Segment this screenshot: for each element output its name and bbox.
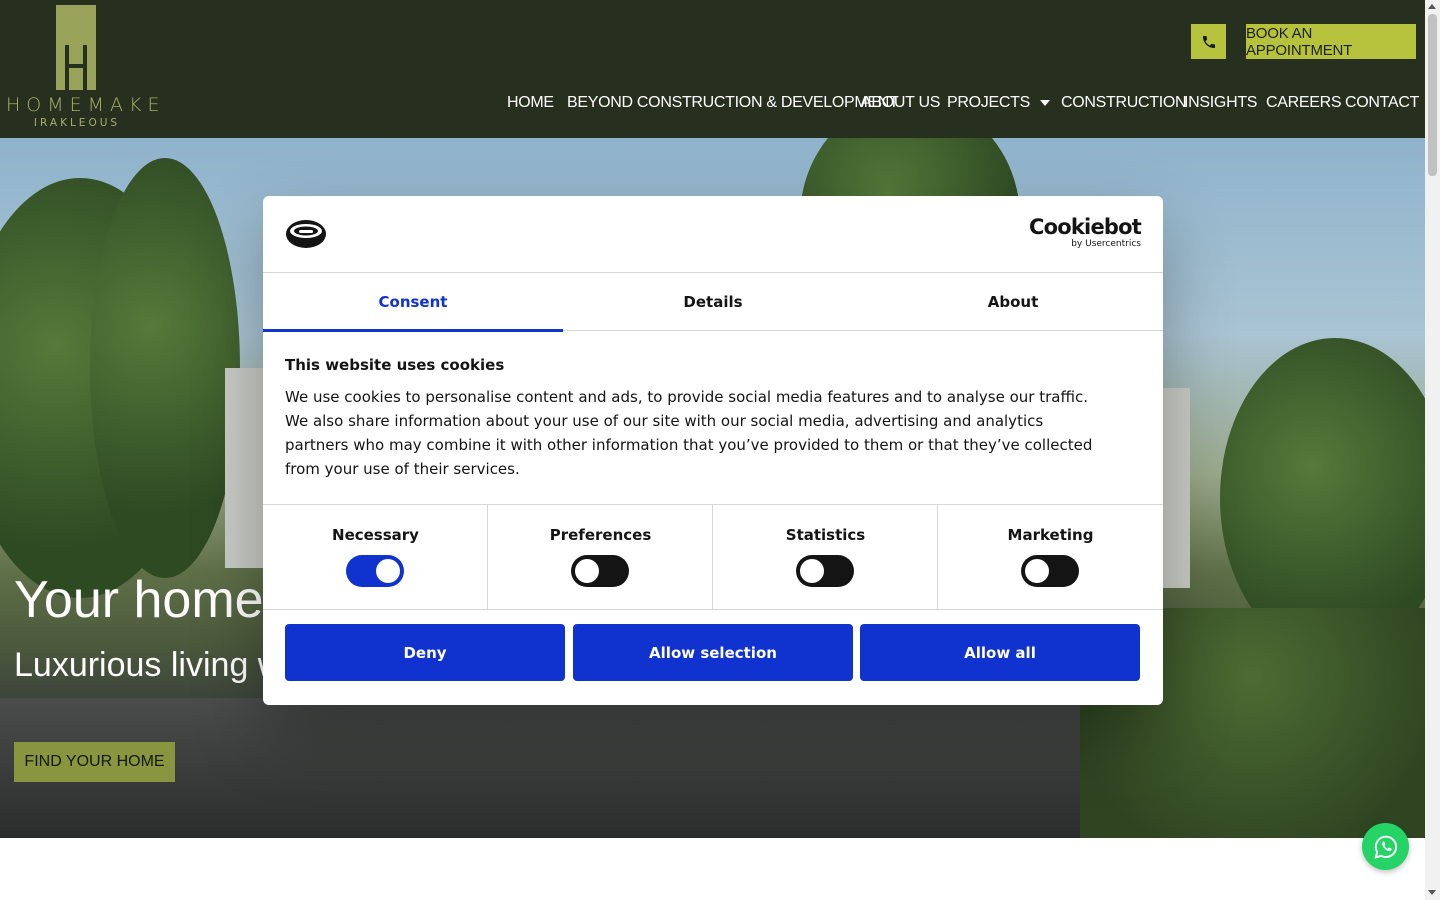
site-header: HOMEMAKE IRAKLEOUS BOOK AN APPOINTMENT H…	[0, 0, 1425, 138]
nav-item-beyond-construction[interactable]: BEYOND CONSTRUCTION & DEVELOPMENT	[567, 94, 899, 112]
logo-mark-icon	[56, 5, 96, 90]
necessary-toggle[interactable]	[346, 555, 404, 587]
cookiebot-logo-icon	[286, 220, 326, 248]
dialog-header: Cookiebot by Usercentrics	[263, 196, 1163, 273]
consent-toggles: Necessary Preferences Statistics Marketi…	[263, 504, 1163, 610]
dialog-body-text: We use cookies to personalise content an…	[285, 388, 1093, 478]
tab-consent[interactable]: Consent	[263, 273, 563, 332]
homemake-logo[interactable]: HOMEMAKE IRAKLEOUS	[6, 5, 166, 130]
toggle-label-preferences: Preferences	[549, 526, 652, 544]
nav-item-about-us[interactable]: ABOUT US	[861, 94, 940, 112]
consent-tabs: Consent Details About	[263, 273, 1163, 332]
hero-subtitle: Luxurious living w	[14, 646, 283, 684]
deny-button[interactable]: Deny	[285, 624, 565, 681]
phone-button[interactable]	[1191, 24, 1226, 59]
whatsapp-button[interactable]	[1362, 823, 1409, 870]
scroll-thumb[interactable]	[1428, 14, 1437, 176]
logo-subtitle: IRAKLEOUS	[33, 117, 121, 129]
nav-item-careers[interactable]: CAREERS	[1266, 94, 1342, 112]
allow-all-button[interactable]: Allow all	[860, 624, 1140, 681]
cookiebot-brand-name: Cookiebot	[1029, 215, 1142, 239]
cookiebot-brand[interactable]: Cookiebot by Usercentrics	[1029, 215, 1142, 249]
chevron-down-icon[interactable]	[1039, 99, 1050, 106]
hero-title: Your home,	[14, 571, 279, 629]
nav-item-insights[interactable]: INSIGHTS	[1184, 94, 1257, 112]
dialog-title: This website uses cookies	[285, 356, 505, 374]
tab-details[interactable]: Details	[563, 273, 863, 331]
toggle-marketing-cell: Marketing	[938, 505, 1163, 609]
allow-selection-button[interactable]: Allow selection	[573, 624, 853, 681]
whatsapp-icon	[1373, 835, 1397, 859]
nav-item-projects-label: PROJECTS	[947, 94, 1030, 111]
tab-about[interactable]: About	[863, 273, 1163, 331]
nav-item-home[interactable]: HOME	[507, 94, 554, 112]
toggle-preferences-cell: Preferences	[488, 505, 713, 609]
phone-icon	[1202, 35, 1215, 48]
cookie-consent-dialog: Cookiebot by Usercentrics Consent Detail…	[263, 196, 1163, 705]
find-your-home-button[interactable]: FIND YOUR HOME	[14, 742, 175, 782]
statistics-toggle[interactable]	[796, 555, 854, 587]
nav-item-construction[interactable]: CONSTRUCTION	[1061, 94, 1187, 112]
preferences-toggle[interactable]	[571, 555, 629, 587]
page-scrollbar[interactable]	[1425, 0, 1440, 900]
toggle-label-necessary: Necessary	[332, 526, 419, 544]
marketing-toggle[interactable]	[1021, 555, 1079, 587]
nav-item-contact[interactable]: CONTACT	[1345, 94, 1419, 112]
nav-item-projects[interactable]: PROJECTS	[947, 94, 1050, 112]
book-appointment-button[interactable]: BOOK AN APPOINTMENT	[1246, 24, 1416, 59]
cookiebot-brand-sub: by Usercentrics	[1071, 239, 1141, 249]
scroll-up-icon[interactable]	[1428, 4, 1436, 9]
toggle-label-marketing: Marketing	[1007, 526, 1094, 544]
logo-name: HOMEMAKE	[6, 94, 166, 116]
scroll-down-icon[interactable]	[1428, 890, 1436, 895]
toggle-statistics-cell: Statistics	[713, 505, 938, 609]
toggle-necessary-cell: Necessary	[263, 505, 488, 609]
toggle-label-statistics: Statistics	[785, 526, 866, 544]
